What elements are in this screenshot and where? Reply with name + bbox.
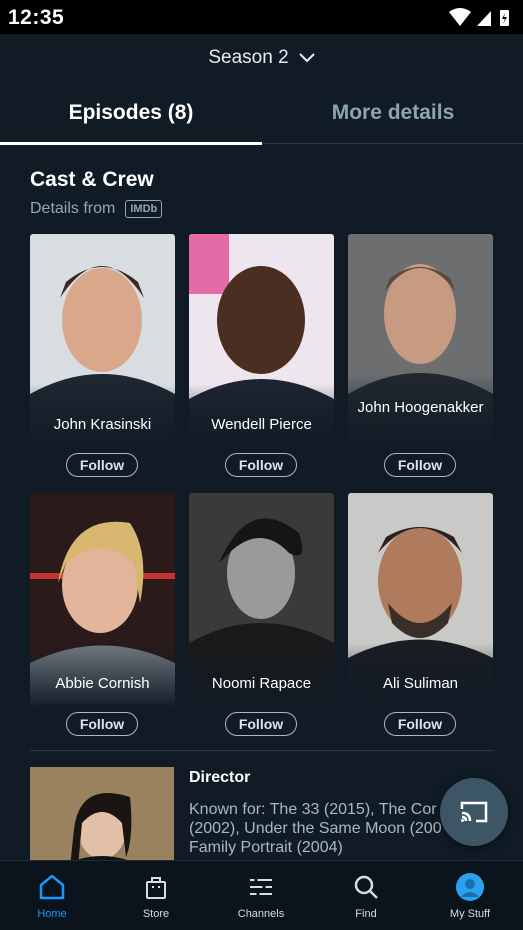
nav-my-stuff-label: My Stuff xyxy=(449,908,491,920)
cast-photo xyxy=(30,234,175,446)
nav-store-label: Store xyxy=(142,908,170,920)
season-label: Season 2 xyxy=(208,47,289,68)
wifi-icon xyxy=(449,8,471,26)
cast-name: Wendell Pierce xyxy=(211,416,312,433)
search-icon xyxy=(354,875,378,899)
cast-name: John Hoogenakker xyxy=(357,399,484,416)
status-icons xyxy=(449,8,509,26)
home-icon xyxy=(39,874,65,900)
tab-episodes[interactable]: Episodes (8) xyxy=(0,101,262,141)
details-from-label: Details from xyxy=(30,200,116,217)
section-divider xyxy=(30,750,493,751)
cast-card[interactable]: Ali Suliman xyxy=(348,493,493,705)
cast-name: Ali Suliman xyxy=(382,675,459,692)
cast-card[interactable]: Wendell Pierce xyxy=(189,234,334,446)
cast-card[interactable]: Noomi Rapace xyxy=(189,493,334,705)
cast-name: Noomi Rapace xyxy=(211,675,312,692)
cast-card[interactable]: John Krasinski xyxy=(30,234,175,446)
avatar xyxy=(456,873,484,901)
active-tab-indicator xyxy=(0,142,262,145)
app-content: Season 2 Episodes (8) More details Cast … xyxy=(0,34,523,860)
follow-button[interactable]: Follow xyxy=(384,453,456,477)
bag-icon xyxy=(146,877,166,899)
bottom-nav: Home Store Channels Find My Stuff xyxy=(0,860,523,930)
follow-button[interactable]: Follow xyxy=(384,712,456,736)
nav-find[interactable]: Find xyxy=(314,861,418,930)
cast-crew-heading: Cast & Crew xyxy=(30,168,154,191)
director-role: Director xyxy=(189,769,251,786)
status-time: 12:35 xyxy=(8,6,65,29)
cast-name: Abbie Cornish xyxy=(55,675,150,692)
nav-home-label: Home xyxy=(37,908,67,920)
chromecast-icon xyxy=(460,801,488,823)
nav-store[interactable]: Store xyxy=(104,861,208,930)
cast-photo xyxy=(189,234,334,446)
season-selector[interactable]: Season 2 xyxy=(0,46,523,70)
status-bar: 12:35 xyxy=(0,0,523,34)
chevron-down-icon xyxy=(298,53,315,63)
cast-photo xyxy=(30,493,175,705)
nav-find-label: Find xyxy=(355,908,377,920)
cell-signal-icon xyxy=(477,11,491,26)
tab-bar: Episodes (8) More details xyxy=(0,96,523,145)
follow-button[interactable]: Follow xyxy=(225,453,297,477)
imdb-badge: IMDb xyxy=(125,200,163,218)
follow-button[interactable]: Follow xyxy=(66,712,138,736)
details-source: Details from IMDb xyxy=(30,200,163,218)
cast-card[interactable]: John Hoogenakker xyxy=(348,234,493,446)
tab-more-details[interactable]: More details xyxy=(262,101,523,141)
follow-button[interactable]: Follow xyxy=(225,712,297,736)
follow-button[interactable]: Follow xyxy=(66,453,138,477)
channels-icon xyxy=(250,878,272,896)
nav-my-stuff[interactable]: My Stuff xyxy=(418,861,522,930)
cast-card[interactable]: Abbie Cornish xyxy=(30,493,175,705)
cast-photo xyxy=(348,493,493,705)
cast-photo xyxy=(189,493,334,705)
cast-to-device-button[interactable] xyxy=(440,778,508,846)
nav-channels[interactable]: Channels xyxy=(209,861,313,930)
nav-channels-label: Channels xyxy=(237,908,285,920)
director-photo[interactable] xyxy=(30,767,174,860)
cast-name: John Krasinski xyxy=(53,416,152,433)
nav-home[interactable]: Home xyxy=(0,861,104,930)
